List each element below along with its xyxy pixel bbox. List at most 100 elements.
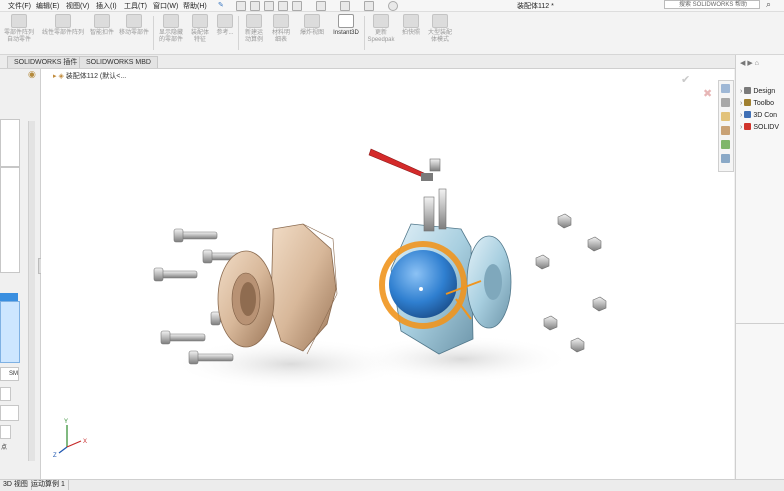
custom-properties-icon[interactable]	[721, 154, 730, 163]
reference-triad	[58, 425, 82, 454]
file-properties-icon[interactable]	[364, 1, 374, 11]
appearances-icon[interactable]	[721, 140, 730, 149]
selected-row[interactable]	[0, 293, 18, 301]
hex-nut[interactable]	[587, 236, 602, 252]
rebuild-icon[interactable]	[340, 1, 350, 11]
task-pane-item-3d-content[interactable]: › 3D Con	[740, 111, 777, 119]
hex-nut[interactable]	[570, 337, 585, 353]
large-assembly-mode-button[interactable]: 大型装配 体模式	[425, 14, 455, 44]
menu-tools[interactable]: 工具(T)	[124, 1, 147, 11]
task-pane-item-design-library[interactable]: › Design	[740, 87, 775, 95]
valve-stem[interactable]	[423, 196, 435, 232]
hex-nut[interactable]	[557, 213, 572, 229]
bolt[interactable]	[158, 270, 198, 279]
menu-bar: 文件(F) 编辑(E) 视图(V) 插入(I) 工具(T) 窗口(W) 帮助(H…	[0, 0, 784, 12]
take-snapshot-button[interactable]: 拍快照	[399, 14, 423, 37]
assembly-features-button[interactable]: 装配体 特征	[189, 14, 211, 44]
open-icon[interactable]	[250, 1, 260, 11]
menu-file[interactable]: 文件(F)	[8, 1, 31, 11]
value-field-1[interactable]	[0, 387, 11, 401]
hex-nut[interactable]	[592, 296, 607, 312]
large-assembly-icon	[432, 14, 448, 28]
new-motion-study-button[interactable]: 新建运 动算例	[241, 14, 267, 44]
smart-fasteners-icon	[94, 14, 110, 28]
valve-handle[interactable]	[368, 148, 431, 181]
instant3d-label: Instant3D	[333, 30, 359, 36]
instant3d-button[interactable]: Instant3D	[329, 14, 363, 37]
property-manager-panel: ◉ SM 点	[0, 69, 41, 479]
value-field-2[interactable]	[0, 405, 19, 421]
task-pane-item-label: Toolbo	[753, 100, 774, 107]
document-title: 装配体112 *	[517, 3, 554, 10]
select-icon[interactable]	[316, 1, 326, 11]
view-palette-icon[interactable]	[721, 126, 730, 135]
tab-solidworks-addins[interactable]: SOLIDWORKS 插件	[7, 56, 85, 68]
component-list-box[interactable]	[0, 167, 20, 273]
flange-adapter-part[interactable]	[217, 223, 338, 355]
stem-bolt[interactable]	[438, 188, 447, 230]
resources-home-icon[interactable]	[721, 84, 730, 93]
hex-nut[interactable]	[543, 315, 558, 331]
smart-fasteners-label: 智能扣件	[89, 30, 114, 36]
highlighted-list-box[interactable]	[0, 301, 20, 363]
print-icon[interactable]	[278, 1, 288, 11]
file-explorer-icon[interactable]	[721, 112, 730, 121]
smart-fasteners-button[interactable]: 智能扣件	[89, 14, 115, 37]
expand-arrow-icon[interactable]: ›	[740, 88, 742, 95]
nuts-right[interactable]	[535, 213, 607, 353]
large-assembly-label: 大型装配 体模式	[427, 30, 452, 43]
triad-x-label: X	[83, 439, 87, 445]
component-pattern-button[interactable]: 零部件阵列 自动零件	[2, 14, 36, 44]
valve-body-part[interactable]	[368, 148, 512, 355]
menu-help[interactable]: 帮助(H)	[183, 1, 207, 11]
ball-center-point	[419, 287, 423, 291]
update-speedpak-button[interactable]: 更新 Speedpak	[366, 14, 396, 44]
undo-icon[interactable]	[292, 1, 302, 11]
reference-geometry-icon	[217, 14, 233, 28]
options-gear-icon[interactable]	[388, 1, 398, 11]
show-hidden-button[interactable]: 显示隐藏 的零部件	[155, 14, 187, 44]
configuration-manager-icon[interactable]: ◉	[28, 69, 36, 80]
pin-icon[interactable]: ✎	[218, 1, 224, 9]
design-library-tab-icon[interactable]	[721, 98, 730, 107]
menu-view[interactable]: 视图(V)	[66, 1, 89, 11]
save-icon[interactable]	[264, 1, 274, 11]
expand-arrow-icon[interactable]: ›	[740, 124, 742, 131]
sm-field[interactable]: SM	[0, 367, 19, 381]
tab-solidworks-mbd[interactable]: SOLIDWORKS MBD	[79, 56, 158, 68]
search-input[interactable]: 搜索 SOLIDWORKS 帮助	[664, 0, 760, 9]
ribbon-separator	[153, 16, 154, 50]
task-pane-item-label: Design	[753, 88, 776, 95]
tab-motion-study-1[interactable]: 运动算例 1	[28, 480, 69, 490]
graphics-area[interactable]: ▸ ◈ 装配体112 (默认<... ⌕ ⌕ ↶ ◧ ⬚ ◈ ◉ ◎ ● ▣ ▭…	[41, 69, 734, 479]
expand-arrow-icon[interactable]: ›	[740, 100, 742, 107]
task-pane-item-toolbox[interactable]: › Toolbo	[740, 99, 774, 107]
task-pane-controls-icon[interactable]: ◀ ▶ ⌂	[740, 59, 759, 67]
search-icon[interactable]: ⌕	[766, 0, 771, 10]
bom-button[interactable]: 材料明 细表	[269, 14, 293, 44]
new-doc-icon[interactable]	[236, 1, 246, 11]
valve-ball[interactable]	[389, 250, 457, 318]
linear-pattern-button[interactable]: 线性零部件阵列	[38, 14, 88, 37]
menu-insert[interactable]: 插入(I)	[96, 1, 117, 11]
stem-nut[interactable]	[429, 158, 441, 172]
value-field-3[interactable]	[0, 425, 11, 439]
exploded-view-button[interactable]: 爆炸视图	[297, 14, 327, 37]
panel-scrollbar[interactable]	[28, 121, 35, 461]
task-pane-item-solidworks[interactable]: › SOLIDV	[740, 123, 779, 131]
move-component-button[interactable]: 移动零部件	[116, 14, 152, 37]
flange-bore-inner	[240, 282, 256, 316]
selection-list-box[interactable]	[0, 119, 20, 167]
bom-label: 材料明 细表	[271, 30, 290, 43]
menu-window[interactable]: 窗口(W)	[153, 1, 178, 11]
hex-nut[interactable]	[535, 254, 550, 270]
exploded-valve-model[interactable]: Y X Z	[41, 69, 734, 479]
bolt[interactable]	[178, 231, 218, 240]
reference-geometry-button[interactable]: 参考...	[213, 14, 237, 37]
bolt[interactable]	[194, 353, 234, 362]
bolt-head	[188, 350, 199, 365]
expand-arrow-icon[interactable]: ›	[740, 112, 742, 119]
menu-edit[interactable]: 编辑(E)	[36, 1, 59, 11]
bolt[interactable]	[166, 333, 206, 342]
assembly-features-icon	[192, 14, 208, 28]
